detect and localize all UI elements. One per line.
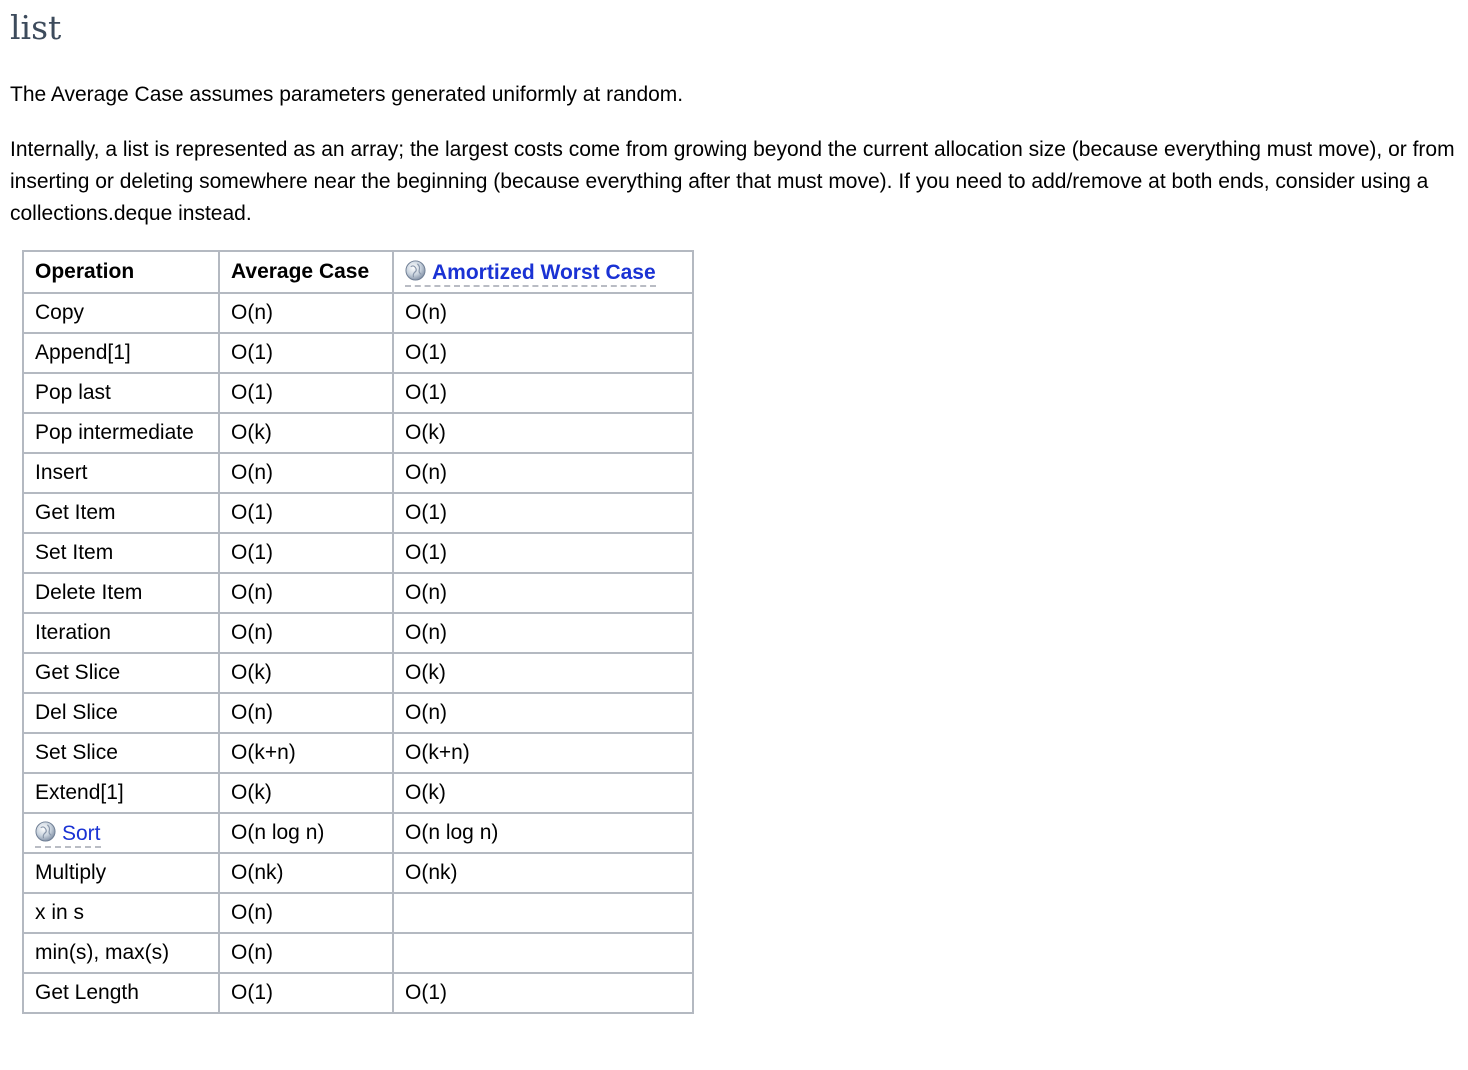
worst-cell <box>392 892 694 934</box>
worst-cell: O(k+n) <box>392 732 694 774</box>
worst-cell: O(n) <box>392 572 694 614</box>
table-row: Insert O(n) O(n) <box>22 452 694 494</box>
sort-link[interactable]: Sort <box>35 820 101 848</box>
table-header-row: Operation Average Case Amortized Worst C… <box>22 250 694 294</box>
operation-cell: min(s), max(s) <box>22 932 220 974</box>
average-cell: O(n) <box>218 932 394 974</box>
average-cell: O(nk) <box>218 852 394 894</box>
worst-cell: O(1) <box>392 972 694 1014</box>
worst-cell: O(n log n) <box>392 812 694 854</box>
table-row: Get Slice O(k) O(k) <box>22 652 694 694</box>
worst-cell: O(k) <box>392 412 694 454</box>
operation-cell: Append[1] <box>22 332 220 374</box>
operation-cell: Set Item <box>22 532 220 574</box>
globe-icon <box>405 259 426 281</box>
worst-cell: O(1) <box>392 372 694 414</box>
amortized-worst-case-link[interactable]: Amortized Worst Case <box>405 259 656 287</box>
operation-cell: Extend[1] <box>22 772 220 814</box>
average-cell: O(n) <box>218 892 394 934</box>
operation-cell: Pop intermediate <box>22 412 220 454</box>
worst-cell: O(1) <box>392 332 694 374</box>
average-cell: O(1) <box>218 332 394 374</box>
table-row: Multiply O(nk) O(nk) <box>22 852 694 894</box>
average-cell: O(1) <box>218 532 394 574</box>
average-cell: O(n) <box>218 612 394 654</box>
table-row: Pop intermediate O(k) O(k) <box>22 412 694 454</box>
operation-cell: Get Item <box>22 492 220 534</box>
description-paragraph: Internally, a list is represented as an … <box>10 138 1455 225</box>
worst-cell: O(1) <box>392 492 694 534</box>
table-row: Set Item O(1) O(1) <box>22 532 694 574</box>
table-row: Get Item O(1) O(1) <box>22 492 694 534</box>
worst-cell: O(n) <box>392 692 694 734</box>
page-title: list <box>10 8 62 47</box>
average-cell: O(n) <box>218 692 394 734</box>
table-row: Del Slice O(n) O(n) <box>22 692 694 734</box>
table-row: Pop last O(1) O(1) <box>22 372 694 414</box>
operation-cell: Get Length <box>22 972 220 1014</box>
operation-cell: Get Slice <box>22 652 220 694</box>
table-row: x in s O(n) <box>22 892 694 934</box>
operation-cell: Pop last <box>22 372 220 414</box>
worst-cell: O(n) <box>392 292 694 334</box>
operation-cell: Insert <box>22 452 220 494</box>
header-amortized-worst-case: Amortized Worst Case <box>392 250 694 294</box>
average-cell: O(1) <box>218 492 394 534</box>
table-row: Extend[1] O(k) O(k) <box>22 772 694 814</box>
amortized-worst-case-label: Amortized Worst Case <box>432 260 656 284</box>
operation-cell: Del Slice <box>22 692 220 734</box>
worst-cell: O(k) <box>392 652 694 694</box>
operation-cell: Set Slice <box>22 732 220 774</box>
average-cell: O(k+n) <box>218 732 394 774</box>
table-body: Copy O(n) O(n) Append[1] O(1) O(1) Pop l… <box>22 292 694 1014</box>
worst-cell: O(k) <box>392 772 694 814</box>
header-average-case: Average Case <box>218 250 394 294</box>
average-cell: O(1) <box>218 972 394 1014</box>
average-cell: O(k) <box>218 412 394 454</box>
sort-link-label: Sort <box>62 821 101 845</box>
globe-icon <box>35 820 56 842</box>
operation-cell: Delete Item <box>22 572 220 614</box>
table-row: Sort O(n log n) O(n log n) <box>22 812 694 854</box>
complexity-table: Operation Average Case Amortized Worst C… <box>22 250 694 1014</box>
average-cell: O(k) <box>218 652 394 694</box>
worst-cell: O(nk) <box>392 852 694 894</box>
table-row: Copy O(n) O(n) <box>22 292 694 334</box>
worst-cell: O(n) <box>392 612 694 654</box>
average-cell: O(k) <box>218 772 394 814</box>
average-cell: O(n) <box>218 452 394 494</box>
operation-cell: Sort <box>22 812 220 854</box>
operation-cell: Multiply <box>22 852 220 894</box>
operation-cell: Iteration <box>22 612 220 654</box>
table-row: Iteration O(n) O(n) <box>22 612 694 654</box>
header-operation: Operation <box>22 250 220 294</box>
worst-cell: O(n) <box>392 452 694 494</box>
table-row: Append[1] O(1) O(1) <box>22 332 694 374</box>
average-cell: O(n) <box>218 292 394 334</box>
average-cell: O(n log n) <box>218 812 394 854</box>
table-row: Get Length O(1) O(1) <box>22 972 694 1014</box>
table-row: min(s), max(s) O(n) <box>22 932 694 974</box>
average-cell: O(1) <box>218 372 394 414</box>
average-cell: O(n) <box>218 572 394 614</box>
worst-cell: O(1) <box>392 532 694 574</box>
intro-paragraph: The Average Case assumes parameters gene… <box>10 83 684 106</box>
table-row: Delete Item O(n) O(n) <box>22 572 694 614</box>
operation-cell: Copy <box>22 292 220 334</box>
table-row: Set Slice O(k+n) O(k+n) <box>22 732 694 774</box>
operation-cell: x in s <box>22 892 220 934</box>
worst-cell <box>392 932 694 974</box>
